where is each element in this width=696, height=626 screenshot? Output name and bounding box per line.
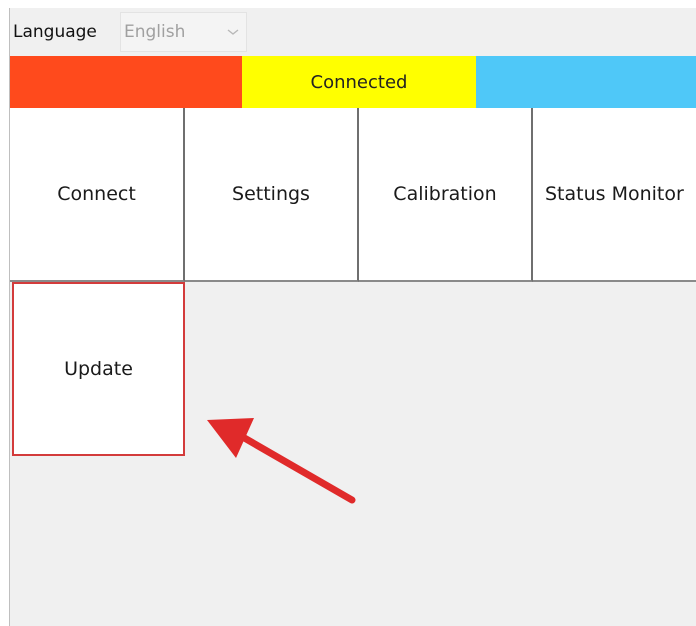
update-button-label: Update [64, 358, 133, 380]
status-segment-yellow: Connected [242, 56, 476, 108]
connection-status-bar: Connected [10, 56, 696, 108]
status-monitor-button-label: Status Monitor [545, 183, 684, 205]
language-label: Language [13, 22, 97, 42]
function-tiles: Connect Settings Calibration Status Moni… [10, 108, 696, 456]
calibration-button[interactable]: Calibration [359, 108, 533, 282]
app-window: Language English Connected Connect Setti… [9, 8, 696, 626]
status-segment-blue [476, 56, 696, 108]
calibration-button-label: Calibration [393, 183, 497, 205]
connect-button[interactable]: Connect [10, 108, 185, 282]
chevron-down-icon [227, 29, 239, 35]
status-segment-red [10, 56, 242, 108]
connect-button-label: Connect [57, 183, 136, 205]
language-dropdown-value: English [124, 22, 186, 42]
language-row: Language English [10, 8, 696, 56]
update-button[interactable]: Update [12, 282, 185, 456]
status-monitor-button[interactable]: Status Monitor [533, 108, 696, 282]
settings-button[interactable]: Settings [185, 108, 359, 282]
language-dropdown[interactable]: English [120, 12, 247, 52]
settings-button-label: Settings [232, 183, 310, 205]
connection-status-text: Connected [310, 71, 408, 93]
